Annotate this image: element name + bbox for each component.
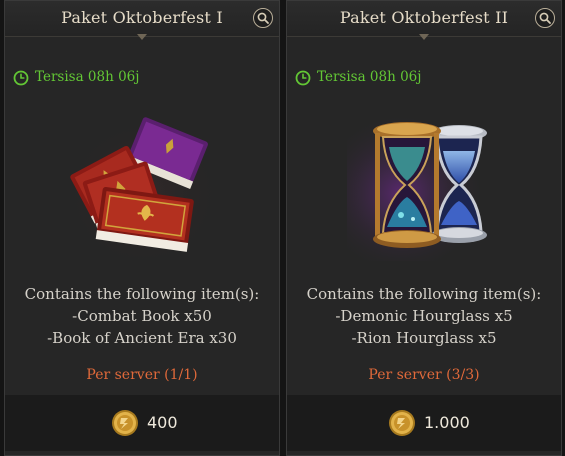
hourglasses-icon	[347, 111, 503, 261]
card-title: Paket Oktoberfest I	[61, 8, 223, 27]
package-card-oktoberfest-1[interactable]: Paket Oktoberfest I Tersisa 08h 06j Cont…	[4, 0, 280, 456]
timer-text: Tersisa 08h 06j	[317, 69, 422, 85]
package-card-oktoberfest-2[interactable]: Paket Oktoberfest II Tersisa 08h 06j Con…	[286, 0, 562, 456]
contents-heading: Contains the following item(s):	[306, 285, 542, 303]
stack-of-books-icon	[65, 111, 221, 261]
clock-icon	[13, 70, 29, 86]
purchase-limit: Per server (1/1)	[86, 367, 198, 383]
contents-item: -Demonic Hourglass x5	[335, 307, 513, 325]
buy-button[interactable]: 400	[5, 395, 279, 451]
price-value: 400	[147, 413, 178, 432]
card-title: Paket Oktoberfest II	[339, 8, 509, 27]
contents-item: -Book of Ancient Era x30	[47, 329, 237, 347]
card-header: Paket Oktoberfest I	[5, 1, 279, 40]
contents-item: -Rion Hourglass x5	[351, 329, 497, 347]
card-header: Paket Oktoberfest II	[287, 1, 561, 40]
contents-list: Contains the following item(s): -Combat …	[5, 283, 279, 349]
gold-coin-icon	[389, 410, 415, 436]
contents-list: Contains the following item(s): -Demonic…	[287, 283, 561, 349]
header-notch	[137, 34, 147, 40]
buy-button[interactable]: 1.000	[287, 395, 561, 451]
gold-coin-icon	[112, 410, 138, 436]
clock-icon	[295, 70, 311, 86]
price-value: 1.000	[424, 413, 470, 432]
contents-item: -Combat Book x50	[72, 307, 212, 325]
header-notch	[419, 34, 429, 40]
contents-heading: Contains the following item(s):	[24, 285, 260, 303]
timer-text: Tersisa 08h 06j	[35, 69, 140, 85]
purchase-limit: Per server (3/3)	[368, 367, 480, 383]
search-icon[interactable]	[535, 8, 555, 28]
search-icon[interactable]	[253, 8, 273, 28]
